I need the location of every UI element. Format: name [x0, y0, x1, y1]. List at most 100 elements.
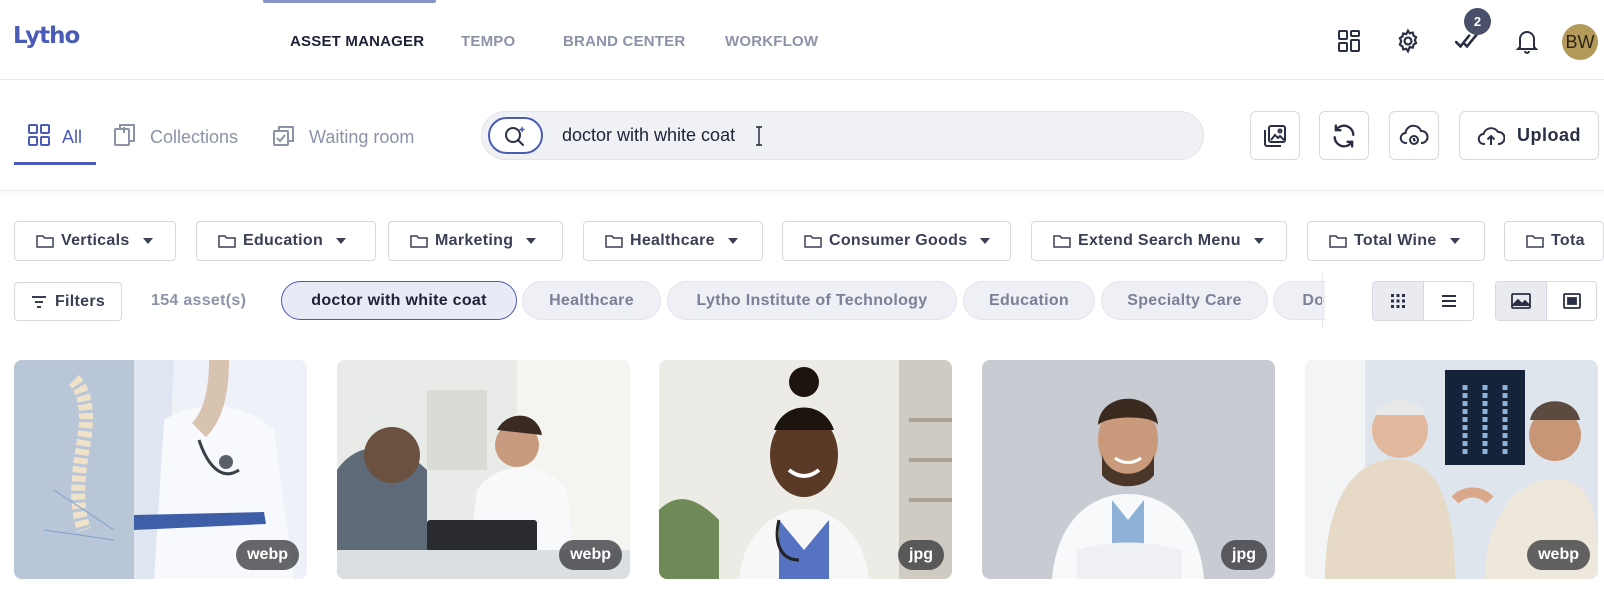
landscape-image-icon	[1511, 293, 1531, 309]
folder-icon	[1526, 235, 1544, 248]
asset-toolbar: All Collections Waiting room doctor with…	[0, 81, 1604, 191]
refresh-icon	[1333, 123, 1355, 148]
filter-tag[interactable]: Doc	[1273, 281, 1325, 320]
format-badge: webp	[559, 540, 622, 570]
ai-search-button[interactable]	[488, 117, 543, 154]
folder-chip-label: Extend Search Menu	[1078, 232, 1241, 249]
filter-lines-icon	[31, 295, 46, 308]
format-badge: webp	[1527, 540, 1590, 570]
refresh-button[interactable]	[1319, 111, 1369, 160]
asset-card[interactable]: webp	[337, 360, 630, 579]
fill-thumbnail-button[interactable]	[1496, 282, 1546, 320]
filters-button[interactable]: Filters	[14, 282, 122, 321]
asset-count: 154 asset(s)	[151, 292, 247, 309]
nav-item-asset-manager[interactable]: ASSET MANAGER	[290, 33, 424, 50]
asset-card[interactable]: jpg	[659, 360, 952, 579]
ai-search-icon	[504, 125, 525, 146]
folder-chip-label: Tota	[1551, 232, 1585, 249]
collections-icon	[113, 122, 139, 153]
folder-icon	[36, 235, 54, 248]
folder-chip-label: Healthcare	[630, 232, 715, 249]
folder-chip[interactable]: Tota	[1504, 221, 1604, 261]
folder-icon	[1329, 235, 1347, 248]
chevron-down-icon	[727, 238, 738, 244]
gear-icon[interactable]	[1391, 24, 1425, 58]
asset-card[interactable]: webp	[14, 360, 307, 579]
text-cursor-icon	[756, 126, 762, 146]
active-tab-indicator	[14, 162, 96, 165]
folder-chip[interactable]: Total Wine	[1307, 221, 1485, 261]
asset-card[interactable]: webp	[1305, 360, 1598, 579]
filter-tag[interactable]: Healthcare	[522, 281, 661, 320]
filter-tag[interactable]: Lytho Institute of Technology	[667, 281, 957, 320]
filter-tag[interactable]: Specialty Care	[1101, 281, 1268, 320]
user-avatar[interactable]: BW	[1562, 24, 1598, 60]
folder-icon	[1053, 235, 1071, 248]
folder-chip-label: Consumer Goods	[829, 232, 968, 249]
chevron-down-icon	[1449, 238, 1460, 244]
image-stack-icon	[1264, 124, 1286, 147]
tab-collections-label: Collections	[150, 126, 239, 147]
upload-button[interactable]: Upload	[1459, 111, 1599, 160]
chevron-down-icon	[142, 238, 153, 244]
view-controls-divider	[1322, 273, 1323, 329]
fit-thumbnail-button[interactable]	[1546, 282, 1596, 320]
tab-collections[interactable]: Collections	[113, 122, 239, 153]
folder-chip[interactable]: Verticals	[14, 221, 176, 261]
image-library-button[interactable]	[1250, 111, 1300, 160]
nav-item-workflow[interactable]: WORKFLOW	[725, 33, 818, 50]
cloud-sync-button[interactable]	[1389, 111, 1439, 160]
top-navigation-bar: Lytho ASSET MANAGER TEMPO BRAND CENTER W…	[0, 0, 1604, 80]
tasks-badge: 2	[1464, 8, 1491, 35]
folder-chip-label: Education	[243, 232, 324, 249]
folder-chip-label: Verticals	[61, 232, 130, 249]
nav-item-brand-center[interactable]: BRAND CENTER	[563, 33, 685, 50]
cloud-sync-icon	[1399, 124, 1429, 145]
filter-tag[interactable]: Education	[963, 281, 1095, 320]
search-input[interactable]: doctor with white coat	[562, 125, 735, 146]
lytho-logo[interactable]: Lytho	[13, 23, 80, 49]
thumbnail-mode-toggle	[1495, 281, 1597, 321]
format-badge: jpg	[1221, 540, 1267, 570]
grid-view-button[interactable]	[1373, 282, 1423, 320]
chevron-down-icon	[980, 238, 991, 244]
list-icon	[1441, 295, 1456, 307]
folder-chip[interactable]: Extend Search Menu	[1031, 221, 1287, 261]
folder-icon	[410, 235, 428, 248]
filters-label: Filters	[54, 292, 106, 310]
cloud-upload-icon	[1477, 126, 1505, 145]
chevron-down-icon	[1253, 238, 1264, 244]
tab-waiting-room-label: Waiting room	[309, 126, 415, 147]
apps-grid-icon[interactable]	[1332, 24, 1366, 58]
folder-chip-label: Marketing	[435, 232, 514, 249]
tab-all[interactable]: All	[27, 123, 83, 152]
upload-label: Upload	[1517, 125, 1581, 145]
tab-all-label: All	[62, 126, 83, 147]
layout-toggle	[1372, 281, 1474, 321]
format-badge: webp	[236, 540, 299, 570]
chevron-down-icon	[526, 238, 537, 244]
dots-grid-icon	[1391, 294, 1405, 308]
format-badge: jpg	[898, 540, 944, 570]
filter-tag[interactable]: doctor with white coat	[281, 281, 517, 320]
folder-chip-label: Total Wine	[1354, 232, 1437, 249]
chevron-down-icon	[336, 238, 347, 244]
waiting-room-icon	[272, 122, 298, 153]
folder-chip[interactable]: Consumer Goods	[782, 221, 1011, 261]
folder-icon	[218, 235, 236, 248]
list-view-button[interactable]	[1423, 282, 1473, 320]
nav-active-indicator	[263, 0, 436, 3]
folder-icon	[804, 235, 822, 248]
folder-chip[interactable]: Marketing	[388, 221, 563, 261]
nav-item-tempo[interactable]: TEMPO	[461, 33, 515, 50]
folder-chip[interactable]: Healthcare	[583, 221, 763, 261]
bell-icon[interactable]	[1510, 24, 1544, 58]
grid-icon	[27, 123, 51, 152]
fit-image-icon	[1562, 293, 1581, 309]
asset-card[interactable]: jpg	[982, 360, 1275, 579]
tag-strip: doctor with white coat Healthcare Lytho In…	[281, 281, 1325, 321]
folder-icon	[605, 235, 623, 248]
tab-waiting-room[interactable]: Waiting room	[272, 124, 414, 150]
folder-chip[interactable]: Education	[196, 221, 376, 261]
search-bar: doctor with white coat	[481, 111, 1204, 160]
